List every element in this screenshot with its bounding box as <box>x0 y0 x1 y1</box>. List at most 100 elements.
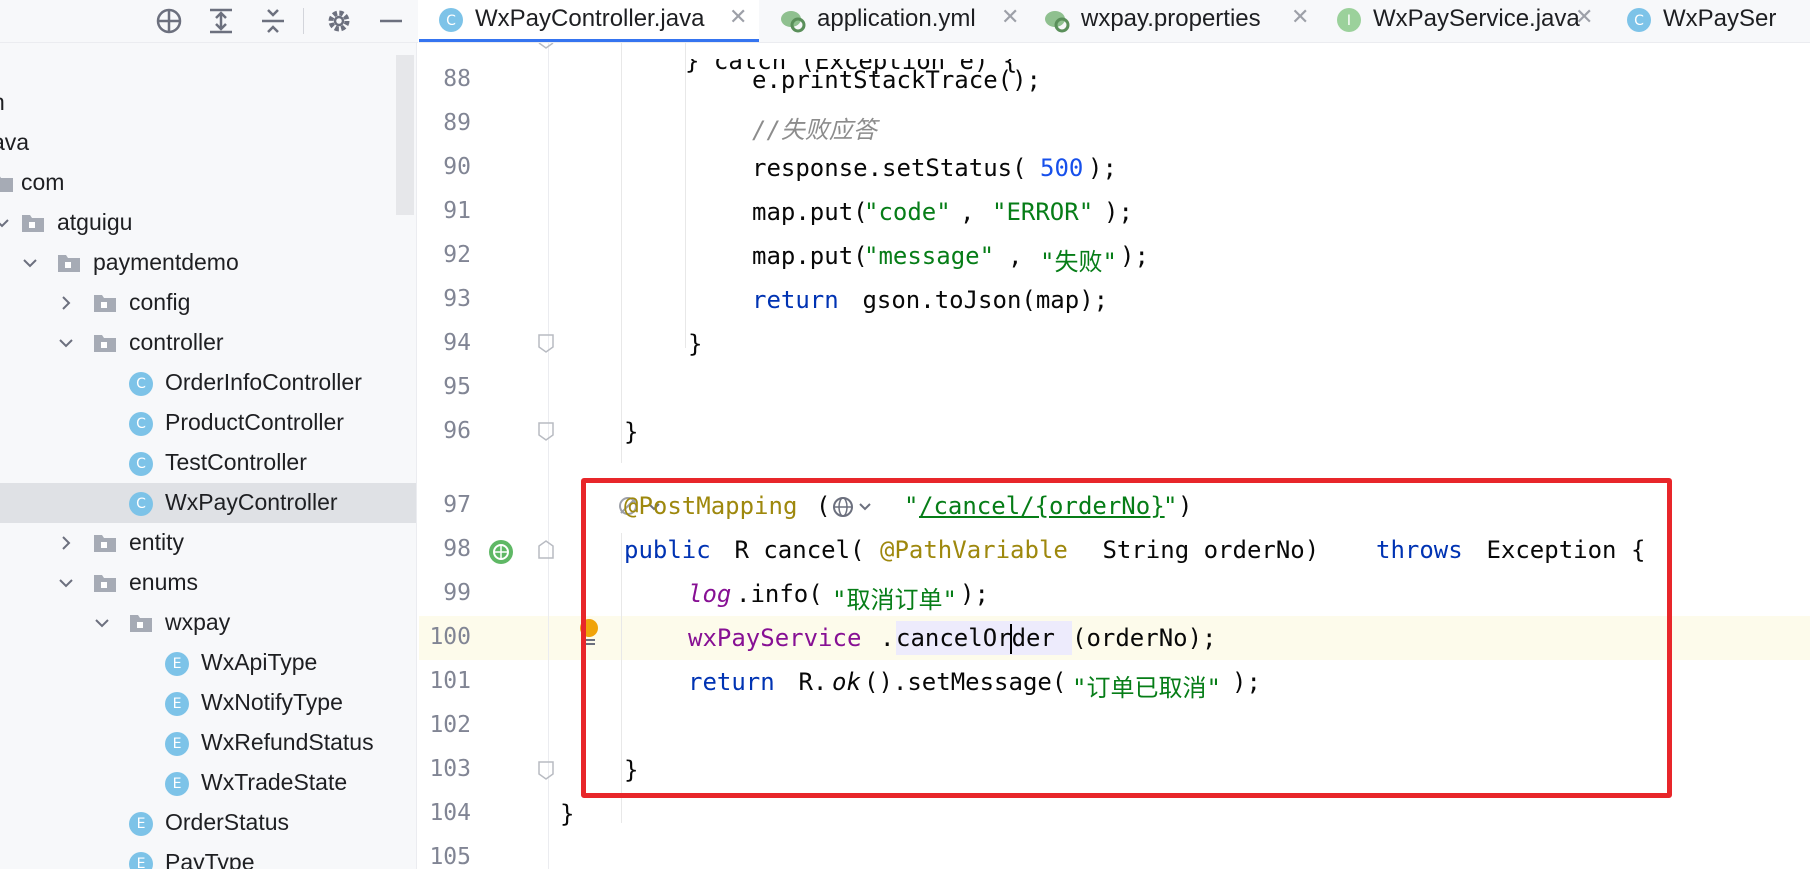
tree-item-orderstatus[interactable]: E OrderStatus <box>0 803 416 843</box>
tree-item-wxrefundstatus[interactable]: E WxRefundStatus <box>0 723 416 763</box>
editor-tabs: C WxPayController.java ✕ application.yml… <box>419 0 1810 43</box>
enum-icon: E <box>165 772 189 796</box>
tree-item-enums[interactable]: enums <box>0 563 416 603</box>
number-literal: 500 <box>1040 154 1084 182</box>
tree-item-controller[interactable]: controller <box>0 323 416 363</box>
toolbar-separator <box>303 8 304 34</box>
tab-wxpayservice[interactable]: I WxPayService.java ✕ <box>1317 0 1605 42</box>
close-icon[interactable]: ✕ <box>729 4 747 30</box>
tree-item[interactable]: ava <box>0 123 416 163</box>
comment-text: //失败应答 <box>752 116 877 144</box>
enum-icon: E <box>129 812 153 836</box>
code-text: ); <box>1088 154 1117 182</box>
tree-item-paymentdemo[interactable]: paymentdemo <box>0 243 416 283</box>
code-text: map.put( <box>752 198 868 226</box>
tree-item[interactable]: n <box>0 83 416 123</box>
tree-item-wxnotifytype[interactable]: E WxNotifyType <box>0 683 416 723</box>
tree-item-label: paymentdemo <box>93 249 239 275</box>
tree-item-label: WxRefundStatus <box>201 729 374 755</box>
tree-item-paytype[interactable]: E PayType <box>0 843 416 869</box>
tree-item-label: WxTradeState <box>201 769 348 795</box>
settings-icon[interactable] <box>324 6 354 36</box>
code-line: e.printStackTrace(); <box>419 60 1810 104</box>
code-line: } <box>419 324 1810 368</box>
package-folder-icon <box>94 575 116 592</box>
tab-application-yml[interactable]: application.yml ✕ <box>761 0 1023 42</box>
class-icon: C <box>129 412 153 436</box>
tree-item-wxapitype[interactable]: E WxApiType <box>0 643 416 683</box>
close-icon[interactable]: ✕ <box>1291 4 1309 30</box>
fold-marker-icon[interactable] <box>537 43 555 51</box>
enum-icon: E <box>165 652 189 676</box>
tree-item-wxpaycontroller[interactable]: C WxPayController <box>0 483 416 523</box>
hide-icon[interactable] <box>376 6 406 36</box>
properties-file-icon <box>1045 11 1070 33</box>
code-text: ); <box>1120 242 1149 270</box>
tree-item-label: controller <box>129 329 224 355</box>
code-line: map.put( "message" , "失败" ); <box>419 236 1810 280</box>
tab-label: WxPaySer <box>1663 5 1777 32</box>
tree-item-label: ProductController <box>165 409 344 435</box>
tree-item-com[interactable]: com <box>0 163 416 203</box>
chevron-right-icon[interactable] <box>56 292 76 314</box>
code-line: } <box>419 412 1810 456</box>
tree-item-atguigu[interactable]: atguigu <box>0 203 416 243</box>
locate-icon[interactable] <box>154 6 184 36</box>
tree-item-label: TestController <box>165 449 307 475</box>
tree-item-testcontroller[interactable]: C TestController <box>0 443 416 483</box>
code-line: map.put( "code" , "ERROR" ); <box>419 192 1810 236</box>
tree-item-label: com <box>21 169 65 195</box>
tab-label: application.yml <box>817 5 976 32</box>
close-icon[interactable]: ✕ <box>1001 4 1019 30</box>
tree-item-entity[interactable]: entity <box>0 523 416 563</box>
code-text: gson.toJson(map); <box>848 286 1109 314</box>
class-icon: C <box>129 492 153 516</box>
collapse-all-icon[interactable] <box>258 6 288 36</box>
code-text: e.printStackTrace(); <box>752 66 1041 94</box>
string-literal: "message" <box>864 242 995 270</box>
chevron-down-icon[interactable] <box>56 572 76 594</box>
chevron-right-icon[interactable] <box>56 532 76 554</box>
code-text: , <box>960 198 989 226</box>
tab-label: WxPayController.java <box>475 5 705 32</box>
tree-item-productcontroller[interactable]: C ProductController <box>0 403 416 443</box>
tree-item-wxtradestate[interactable]: E WxTradeState <box>0 763 416 803</box>
class-icon: C <box>1627 8 1651 32</box>
tree-item-label: WxApiType <box>201 649 318 675</box>
code-text: map.put( <box>752 242 868 270</box>
chevron-down-icon[interactable] <box>20 252 40 274</box>
tree-item-label: PayType <box>165 849 255 869</box>
tab-wxpaycontroller[interactable]: C WxPayController.java ✕ <box>419 0 759 42</box>
string-literal: "code" <box>864 198 951 226</box>
chevron-down-icon[interactable] <box>92 612 112 634</box>
tree-item-label: OrderStatus <box>165 809 289 835</box>
class-icon: C <box>129 372 153 396</box>
tree-item-orderinfocontroller[interactable]: C OrderInfoController <box>0 363 416 403</box>
code-text: ); <box>1104 198 1133 226</box>
tab-wxpay-properties[interactable]: wxpay.properties ✕ <box>1025 0 1315 42</box>
tree-item-label: n <box>0 89 5 116</box>
tab-wxpayserviceimpl[interactable]: C WxPaySer <box>1607 0 1810 42</box>
code-line: return gson.toJson(map); <box>419 280 1810 324</box>
annotation-highlight-box <box>581 478 1672 798</box>
code-line: //失败应答 <box>419 104 1810 148</box>
tree-item-config[interactable]: config <box>0 283 416 323</box>
expand-all-icon[interactable] <box>206 6 236 36</box>
project-toolbar <box>0 0 418 43</box>
string-literal: "ERROR" <box>992 198 1094 226</box>
tree-item-label: config <box>129 289 191 315</box>
svg-text:C: C <box>1634 13 1644 29</box>
tree-item-label: wxpay <box>165 609 231 635</box>
tree-item-label: enums <box>129 569 199 595</box>
tree-item-wxpay[interactable]: wxpay <box>0 603 416 643</box>
package-folder-icon <box>22 215 44 232</box>
chevron-down-icon[interactable] <box>56 332 76 354</box>
keyword: return <box>752 286 839 314</box>
code-text: } <box>560 800 575 828</box>
chevron-down-icon[interactable] <box>0 212 12 234</box>
code-text: , <box>1008 242 1037 270</box>
code-text: response.setStatus( <box>752 154 1027 182</box>
package-folder-icon <box>130 615 152 632</box>
close-icon[interactable]: ✕ <box>1575 4 1593 30</box>
svg-text:I: I <box>1347 13 1351 29</box>
